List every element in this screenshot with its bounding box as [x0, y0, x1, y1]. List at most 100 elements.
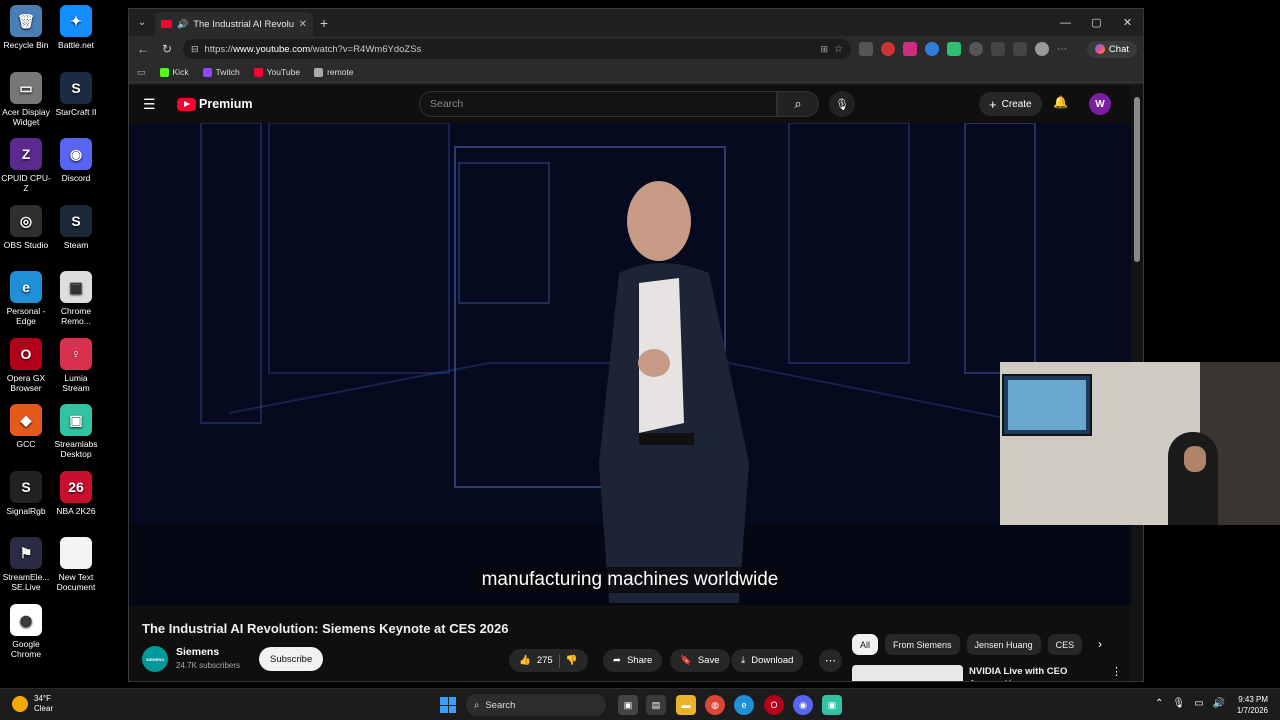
- extension-icon-1[interactable]: [859, 42, 873, 56]
- chevron-right-icon[interactable]: ›: [1098, 637, 1102, 651]
- site-info-icon[interactable]: ⊟: [191, 44, 199, 55]
- related-filter-chips: All From Siemens Jensen Huang CES: [852, 634, 1083, 655]
- copilot-chat-button[interactable]: Chat: [1086, 40, 1137, 58]
- desktop-icon-streamlabs-desktop[interactable]: ▣ Streamlabs Desktop: [50, 404, 102, 459]
- volume-icon[interactable]: 🔊: [1213, 698, 1225, 709]
- desktop-icon-gcc[interactable]: ◆ GCC: [0, 404, 52, 449]
- desktop-icon-signalrgb[interactable]: S SignalRgb: [0, 470, 52, 516]
- desktop-icon-personal-edge[interactable]: e Personal - Edge: [0, 271, 52, 326]
- desktop-icon-streamele-se-live[interactable]: ⚑ StreamEle... SE.Live: [0, 537, 52, 592]
- download-button[interactable]: ⤓ Download: [731, 649, 804, 672]
- desktop-icon-recycle-bin[interactable]: 🗑 Recycle Bin: [0, 5, 52, 50]
- new-tab-button[interactable]: +: [313, 15, 335, 31]
- minimize-button[interactable]: —: [1050, 9, 1081, 36]
- refresh-button[interactable]: ↻: [159, 42, 175, 56]
- webcam-tv: [1002, 374, 1092, 436]
- tab-youtube[interactable]: 🔊 The Industrial AI Revolution: S ✕: [155, 12, 313, 36]
- task-view-icon[interactable]: ▣: [618, 695, 638, 715]
- chip-from-siemens[interactable]: From Siemens: [885, 634, 960, 655]
- app-available-icon[interactable]: ⊞: [820, 44, 828, 55]
- opera-gx-taskbar-icon[interactable]: O: [764, 695, 784, 715]
- bookmark-remote[interactable]: remote: [314, 67, 354, 77]
- back-button[interactable]: ←: [135, 42, 151, 56]
- desktop-icon-cpuid-cpu-z[interactable]: Z CPUID CPU-Z: [0, 138, 52, 193]
- subscribe-button[interactable]: Subscribe: [259, 647, 324, 671]
- desktop-icon-opera-gx-browser[interactable]: O Opera GX Browser: [0, 337, 52, 393]
- extension-icon-6[interactable]: [969, 42, 983, 56]
- speaker-icon[interactable]: 🔊: [177, 19, 188, 30]
- download-icon: ⤓: [741, 655, 746, 666]
- start-button[interactable]: [440, 697, 456, 713]
- extension-icon-2[interactable]: [881, 42, 895, 56]
- app-icon: ◆: [10, 404, 42, 436]
- chip-ces[interactable]: CES: [1047, 634, 1083, 655]
- more-options-icon[interactable]: ⋯: [1057, 44, 1067, 55]
- desktop-icon-chrome-remo[interactable]: ▣ Chrome Remo...: [50, 271, 102, 326]
- streamlabs-taskbar-icon[interactable]: ▣: [822, 695, 842, 715]
- desktop-icon-starcraft-ii[interactable]: S StarCraft II: [50, 71, 102, 117]
- dislike-button[interactable]: 👎: [566, 655, 578, 666]
- desktop-icon-label: NBA 2K26: [56, 505, 96, 516]
- bookmark-youtube[interactable]: YouTube: [253, 67, 300, 77]
- extension-icon-4[interactable]: [925, 42, 939, 56]
- desktop-icon-lumia-stream[interactable]: ♀ Lumia Stream: [50, 337, 102, 393]
- desktop-icon-obs-studio[interactable]: ◎ OBS Studio: [0, 204, 52, 250]
- voice-search-button[interactable]: 🎙: [829, 91, 855, 117]
- microphone-tray-icon[interactable]: 🎙: [1172, 698, 1185, 709]
- notifications-bell-icon[interactable]: 🔔: [1053, 95, 1068, 109]
- chip-jensen-huang[interactable]: Jensen Huang: [966, 634, 1041, 655]
- save-button[interactable]: 🔖 Save: [670, 649, 730, 672]
- account-avatar[interactable]: W: [1089, 93, 1111, 115]
- extension-icon-5[interactable]: [947, 42, 961, 56]
- bookmark-label: remote: [327, 67, 354, 77]
- share-button[interactable]: ➦ Share: [603, 649, 663, 672]
- youtube-premium-logo[interactable]: Premium: [177, 97, 253, 111]
- more-actions-button[interactable]: ⋯: [819, 649, 842, 672]
- like-button[interactable]: 👍 275: [519, 655, 553, 666]
- favorite-star-icon[interactable]: ☆: [834, 44, 843, 55]
- maximize-button[interactable]: ▢: [1081, 9, 1112, 36]
- create-button[interactable]: + Create: [979, 92, 1042, 116]
- desktop-icon-acer-display-widget[interactable]: ▭ Acer Display Widget: [0, 71, 52, 127]
- clock[interactable]: 9:43 PM 1/7/2026: [1226, 694, 1268, 716]
- chip-all[interactable]: All: [852, 634, 879, 655]
- desktop-icon-steam[interactable]: S Steam: [50, 204, 102, 250]
- recommended-video-thumbnail[interactable]: [852, 665, 963, 681]
- close-window-button[interactable]: ✕: [1112, 9, 1143, 36]
- desktop-icon-discord[interactable]: ◉ Discord: [50, 138, 102, 183]
- search-input[interactable]: Search: [419, 91, 777, 117]
- weather-sun-icon: [12, 696, 28, 712]
- tray-chevron-icon[interactable]: ⌃: [1155, 698, 1163, 709]
- extension-icon-3[interactable]: [903, 42, 917, 56]
- app-icon: ◉: [60, 138, 92, 170]
- desktop-icon-new-text-document[interactable]: New Text Document: [50, 537, 102, 592]
- channel-name[interactable]: Siemens: [176, 646, 219, 658]
- search-button[interactable]: ⌕: [777, 91, 819, 117]
- discord-taskbar-icon[interactable]: ◉: [793, 695, 813, 715]
- reading-view-icon[interactable]: ▭: [137, 67, 146, 78]
- tab-actions-menu-icon[interactable]: ⌄: [129, 9, 155, 36]
- desktop-icon-google-chrome[interactable]: ◍ Google Chrome: [0, 603, 52, 659]
- desktop-icon-nba-2k26[interactable]: 26 NBA 2K26: [50, 470, 102, 516]
- chrome-taskbar-icon[interactable]: ◍: [705, 695, 725, 715]
- bookmark-kick[interactable]: Kick: [159, 67, 189, 77]
- channel-avatar[interactable]: SIEMENS: [142, 646, 168, 672]
- video-player[interactable]: manufacturing machines worldwide: [129, 123, 1131, 605]
- scrollbar-thumb[interactable]: [1134, 97, 1140, 262]
- file-explorer-icon[interactable]: ▬: [676, 695, 696, 715]
- address-bar[interactable]: ⊟ https://www.youtube.com/watch?v=R4Wm6Y…: [183, 39, 851, 59]
- weather-widget[interactable]: 34°F Clear: [12, 694, 53, 714]
- tab-close-icon[interactable]: ✕: [299, 19, 307, 30]
- taskbar-search[interactable]: ⌕ Search: [466, 694, 606, 716]
- recommended-video-title[interactable]: NVIDIA Live with CEO Jensen Huang: [969, 665, 1099, 681]
- extensions-puzzle-icon[interactable]: [991, 42, 1005, 56]
- display-tray-icon[interactable]: ▭: [1194, 698, 1203, 709]
- favorites-icon[interactable]: [1013, 42, 1027, 56]
- widgets-icon[interactable]: ▤: [646, 695, 666, 715]
- bookmark-twitch[interactable]: Twitch: [202, 67, 240, 77]
- recommended-more-icon[interactable]: ⋮: [1111, 665, 1122, 678]
- profile-icon[interactable]: [1035, 42, 1049, 56]
- guide-menu-icon[interactable]: ☰: [143, 96, 165, 113]
- desktop-icon-battle-net[interactable]: ✦ Battle.net: [50, 5, 102, 50]
- edge-taskbar-icon[interactable]: e: [734, 695, 754, 715]
